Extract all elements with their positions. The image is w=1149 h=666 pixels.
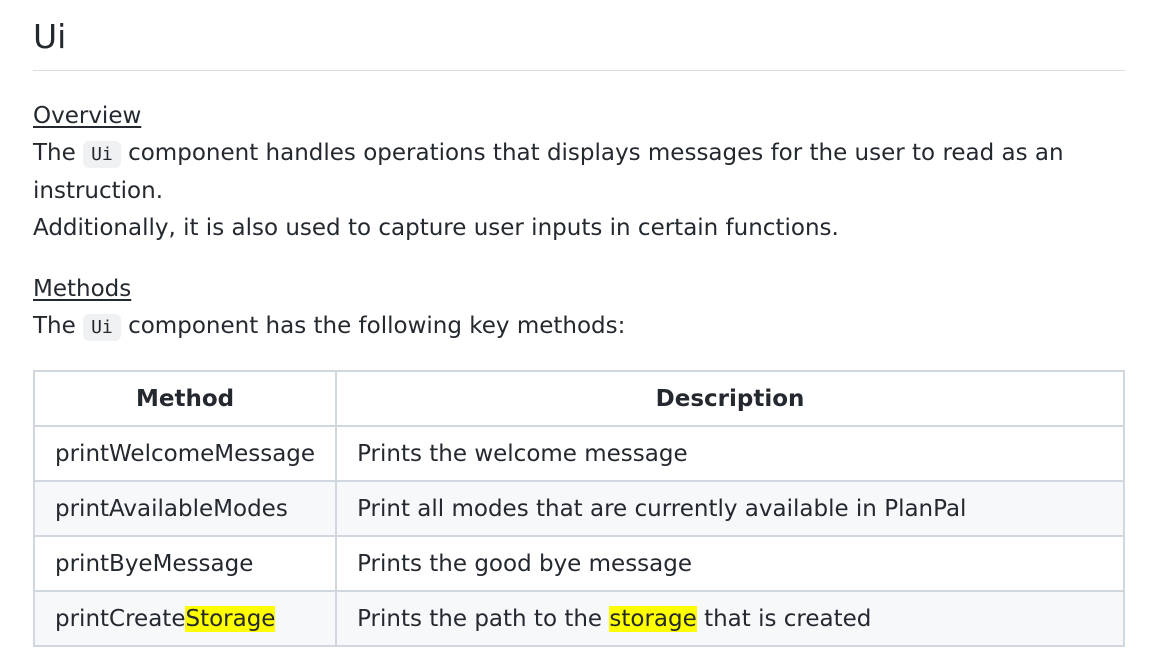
overview-paragraph: The Ui component handles operations that… xyxy=(33,135,1125,210)
methods-section: Methods The Ui component has the followi… xyxy=(33,271,1125,346)
methods-table: Method Description printWelcomeMessage P… xyxy=(32,370,1125,647)
description-prefix: Prints the path to the xyxy=(357,605,603,632)
description-cell: Prints the good bye message xyxy=(335,535,1125,592)
method-name-prefix: printCreate xyxy=(55,605,186,632)
highlighted-search-match: storage xyxy=(609,605,697,632)
description-cell: Prints the welcome message xyxy=(335,425,1125,482)
overview-text-prefix: The xyxy=(33,140,76,166)
table-header-row: Method Description xyxy=(32,370,1125,427)
table-row: printAvailableModes Print all modes that… xyxy=(32,480,1125,537)
methods-intro-suffix: component has the following key methods: xyxy=(128,313,626,339)
inline-code: Ui xyxy=(83,314,121,341)
description-cell: Prints the path to the storage that is c… xyxy=(335,590,1125,647)
inline-code: Ui xyxy=(83,141,121,168)
overview-additional-text: Additionally, it is also used to capture… xyxy=(33,215,839,241)
overview-section: Overview The Ui component handles operat… xyxy=(33,98,1125,247)
method-cell: printByeMessage xyxy=(32,535,338,592)
table-row: printCreateStorage Prints the path to th… xyxy=(32,590,1125,647)
table-row: printByeMessage Prints the good bye mess… xyxy=(32,535,1125,592)
method-cell: printAvailableModes xyxy=(32,480,338,537)
method-cell: printCreateStorage xyxy=(32,590,338,647)
description-cell: Print all modes that are currently avail… xyxy=(335,480,1125,537)
methods-intro-prefix: The xyxy=(33,313,76,339)
column-header-description: Description xyxy=(335,370,1125,427)
overview-text-suffix: component handles operations that displa… xyxy=(33,140,1064,204)
column-header-method: Method xyxy=(32,370,338,427)
method-cell: printWelcomeMessage xyxy=(32,425,338,482)
overview-heading: Overview xyxy=(33,103,142,129)
table-row: printWelcomeMessage Prints the welcome m… xyxy=(32,425,1125,482)
methods-intro: The Ui component has the following key m… xyxy=(33,308,1125,346)
description-suffix: that is created xyxy=(704,605,872,632)
document-page: Ui Overview The Ui component handles ope… xyxy=(32,0,1125,647)
page-title: Ui xyxy=(33,0,1125,71)
methods-heading: Methods xyxy=(33,276,132,302)
highlighted-search-match: Storage xyxy=(185,605,276,632)
